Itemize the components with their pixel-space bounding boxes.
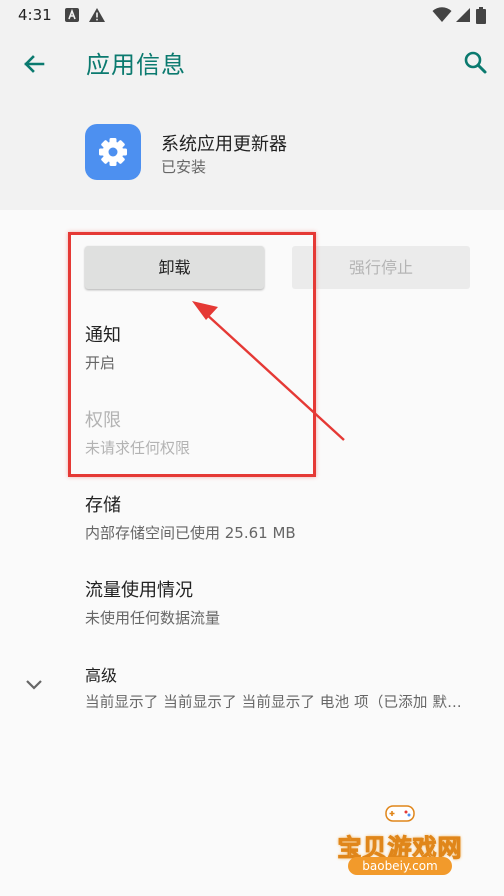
gamepad-icon bbox=[385, 805, 415, 822]
watermark-logo: 宝贝游戏网 baobeiy.com bbox=[326, 800, 474, 880]
annotation-arrow bbox=[192, 301, 345, 441]
watermark-url: baobeiy.com bbox=[348, 857, 452, 875]
